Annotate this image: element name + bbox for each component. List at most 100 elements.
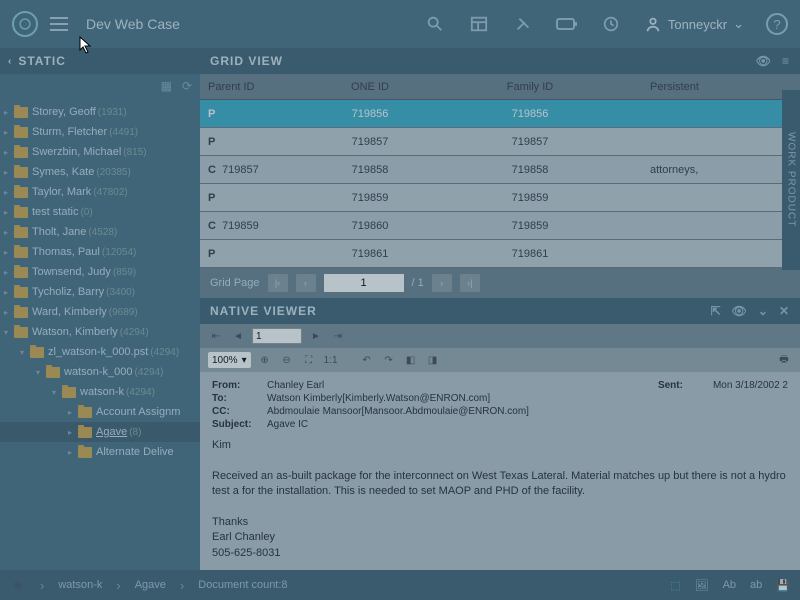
ratio-label[interactable]: 1:1 [323, 352, 339, 368]
tree-item[interactable]: ▸Agave(8) [0, 422, 200, 442]
col-persistent[interactable]: Persistent [610, 81, 800, 93]
image-icon[interactable]: 🖼 [695, 579, 709, 592]
case-title: Dev Web Case [86, 16, 180, 32]
email-sig: Thanks [212, 515, 788, 530]
page-input[interactable] [324, 274, 404, 292]
menu-icon[interactable] [50, 17, 68, 31]
tree-item[interactable]: ▸Storey, Geoff(1931) [0, 102, 200, 122]
table-row[interactable]: P 719857719857 [200, 128, 800, 156]
tree-item[interactable]: ▸Swerzbin, Michael(815) [0, 142, 200, 162]
tree-item[interactable]: ▸Account Assignm [0, 402, 200, 422]
top-toolbar: Dev Web Case Tonneyckr ⌄ ? [0, 0, 800, 48]
table-row[interactable]: P 719861719861 [200, 240, 800, 268]
grid-panel: Parent ID ONE ID Family ID Persistent P … [200, 74, 800, 298]
compass-icon[interactable]: ◎ [10, 577, 26, 593]
zoom-in-icon[interactable]: ⊕ [257, 352, 273, 368]
fit-icon[interactable]: ⛶ [301, 352, 317, 368]
tree-item[interactable]: ▾zl_watson-k_000.pst(4294) [0, 342, 200, 362]
doc-first-icon[interactable]: ⇤ [208, 328, 224, 344]
tool-a-icon[interactable]: ◧ [403, 352, 419, 368]
sidebar-tools: ▦ ⟳ [0, 74, 200, 98]
doc-last-icon[interactable]: ⇥ [330, 328, 346, 344]
rotate-right-icon[interactable]: ↷ [381, 352, 397, 368]
email-sig-name: Earl Chanley [212, 530, 788, 545]
tree-item[interactable]: ▸Tycholiz, Barry(3400) [0, 282, 200, 302]
tree-item[interactable]: ▸Taylor, Mark(47802) [0, 182, 200, 202]
email-body-text: Received an as-built package for the int… [212, 469, 788, 500]
table-row[interactable]: P 719856719856 [200, 100, 800, 128]
app-logo[interactable] [12, 11, 38, 37]
email-body-panel: From:Chanley EarlSent:Mon 3/18/2002 2 To… [200, 372, 800, 600]
sidebar-header[interactable]: ‹STATIC [0, 48, 200, 74]
help-icon[interactable]: ? [766, 13, 788, 35]
table-row[interactable]: C 719857719858719858attorneys, [200, 156, 800, 184]
text-mode-a[interactable]: Ab [723, 579, 736, 592]
save-icon[interactable]: 💾 [776, 579, 790, 592]
doc-next-icon[interactable]: ► [308, 328, 324, 344]
viewer-toolbar-1: ⇤ ◄ ► ⇥ [200, 324, 800, 348]
more-icon[interactable]: ≡ [782, 54, 790, 68]
pager-label: Grid Page [210, 277, 260, 289]
visibility-icon[interactable]: 👁 [756, 54, 772, 68]
next-page-button[interactable]: › [432, 274, 452, 292]
tree-item[interactable]: ▸Alternate Delive [0, 442, 200, 462]
grid-header: GRID VIEW 👁 ≡ [200, 48, 800, 74]
col-one-id[interactable]: ONE ID [290, 81, 450, 93]
zoom-out-icon[interactable]: ⊖ [279, 352, 295, 368]
first-page-button[interactable]: |‹ [268, 274, 288, 292]
last-page-button[interactable]: ›| [460, 274, 480, 292]
eye-icon[interactable]: 👁 [732, 304, 748, 318]
user-icon [644, 15, 662, 33]
tree-item[interactable]: ▸Townsend, Judy(859) [0, 262, 200, 282]
breadcrumb-2[interactable]: Agave [135, 579, 166, 591]
chevron-down-icon[interactable]: ⌄ [758, 304, 769, 318]
folder-tree: ▸Storey, Geoff(1931)▸Sturm, Fletcher(449… [0, 98, 200, 600]
viewer-toolbar-2: 100%▾ ⊕ ⊖ ⛶ 1:1 ↶ ↷ ◧ ◨ 🖶 [200, 348, 800, 372]
bottom-bar: ◎ › watson-k › Agave › Document count:8 … [0, 570, 800, 600]
zoom-control[interactable]: 100%▾ [208, 352, 251, 368]
page-total: / 1 [412, 277, 424, 289]
col-parent-id[interactable]: Parent ID [200, 81, 290, 93]
battery-icon[interactable] [556, 13, 578, 35]
user-menu[interactable]: Tonneyckr ⌄ [644, 15, 744, 33]
viewer-page-input[interactable] [252, 328, 302, 344]
native-viewer: ⇤ ◄ ► ⇥ 100%▾ ⊕ ⊖ ⛶ 1:1 ↶ ↷ ◧ ◨ 🖶 From:C… [200, 324, 800, 600]
tree-item[interactable]: ▾Watson, Kimberly(4294) [0, 322, 200, 342]
chevron-down-icon: ⌄ [733, 16, 744, 32]
prev-page-button[interactable]: ‹ [296, 274, 316, 292]
clock-icon[interactable] [600, 13, 622, 35]
tree-item[interactable]: ▸Sturm, Fletcher(4491) [0, 122, 200, 142]
print-icon[interactable]: 🖶 [776, 352, 792, 368]
table-row[interactable]: P 719859719859 [200, 184, 800, 212]
document-count: Document count:8 [198, 579, 287, 591]
popout-icon[interactable]: ⇱ [711, 304, 722, 318]
tree-item[interactable]: ▸Tholt, Jane(4528) [0, 222, 200, 242]
doc-prev-icon[interactable]: ◄ [230, 328, 246, 344]
viewer-header: NATIVE VIEWER ⇱ 👁 ⌄ ✕ [200, 298, 800, 324]
close-icon[interactable]: ✕ [779, 304, 790, 318]
tree-item[interactable]: ▸Symes, Kate(20385) [0, 162, 200, 182]
grid-column-headers: Parent ID ONE ID Family ID Persistent [200, 74, 800, 100]
grid-pager: Grid Page |‹ ‹ / 1 › ›| [200, 268, 800, 298]
cube-icon[interactable]: ⬚ [670, 579, 680, 592]
username: Tonneyckr [668, 17, 727, 32]
breadcrumb-1[interactable]: watson-k [58, 579, 102, 591]
tree-item[interactable]: ▾watson-k_000(4294) [0, 362, 200, 382]
grid-view-icon[interactable]: ▦ [161, 79, 172, 93]
tree-item[interactable]: ▸Thomas, Paul(12054) [0, 242, 200, 262]
table-row[interactable]: C 719859719860719859 [200, 212, 800, 240]
work-product-panel-tab[interactable]: WORK PRODUCT [782, 90, 800, 270]
layout-icon[interactable] [468, 13, 490, 35]
tree-item[interactable]: ▾watson-k(4294) [0, 382, 200, 402]
tools-icon[interactable] [512, 13, 534, 35]
tool-b-icon[interactable]: ◨ [425, 352, 441, 368]
sidebar: ‹STATIC ▦ ⟳ ▸Storey, Geoff(1931)▸Sturm, … [0, 48, 200, 600]
refresh-icon[interactable]: ⟳ [182, 79, 192, 93]
search-icon[interactable] [424, 13, 446, 35]
tree-item[interactable]: ▸Ward, Kimberly(9689) [0, 302, 200, 322]
rotate-left-icon[interactable]: ↶ [359, 352, 375, 368]
tree-item[interactable]: ▸test static(0) [0, 202, 200, 222]
text-mode-b[interactable]: ab [750, 579, 762, 592]
col-family-id[interactable]: Family ID [450, 81, 610, 93]
email-greeting: Kim [212, 438, 788, 453]
